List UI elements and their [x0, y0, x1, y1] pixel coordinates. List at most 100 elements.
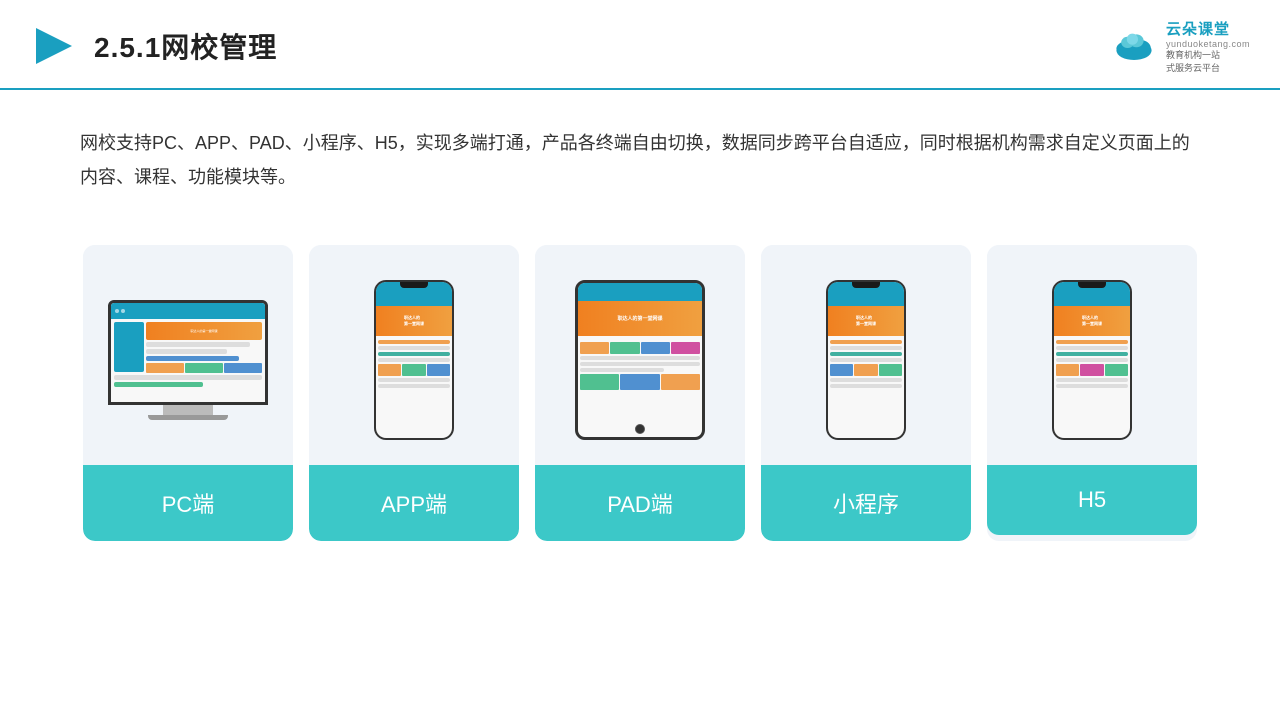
phone-banner-mini: 职达人的第一堂网课 — [828, 306, 904, 336]
tablet-content — [578, 338, 702, 392]
phone-banner-text-app: 职达人的第一堂网课 — [404, 315, 424, 327]
tablet-mockup: 职达人的第一堂网课 — [575, 280, 705, 440]
phone-row-3 — [378, 352, 450, 356]
phone-notch-h5 — [1078, 282, 1106, 288]
description-text: 网校支持PC、APP、PAD、小程序、H5，实现多端打通，产品各终端自由切换，数… — [0, 90, 1280, 214]
phone-content-app — [376, 338, 452, 392]
h5-row-2 — [1056, 346, 1128, 350]
phone-row-2 — [378, 346, 450, 350]
phone-row-5 — [378, 378, 450, 382]
h5-row-4 — [1056, 358, 1128, 362]
card-pad-image: 职达人的第一堂网课 — [535, 245, 745, 465]
tablet-cards-row2 — [580, 374, 700, 390]
tablet-row-1 — [580, 356, 700, 360]
pc-screen: 职达人的第一堂网课 — [111, 303, 265, 402]
mini-row-1 — [830, 340, 902, 344]
mini-row-3 — [830, 352, 902, 356]
logo-url-text: yunduoketang.com — [1166, 39, 1250, 49]
phone-mini-cards — [378, 364, 450, 376]
pc-screen-header — [111, 303, 265, 319]
h5-mc-1 — [1056, 364, 1079, 376]
pc-dot-2 — [121, 309, 125, 313]
phone-mockup-app: 职达人的第一堂网课 — [374, 280, 454, 440]
logo-slogan-text: 教育机构一站式服务云平台 — [1166, 49, 1220, 74]
phone-screen-app: 职达人的第一堂网课 — [376, 282, 452, 438]
card-pc-label: PC端 — [83, 465, 293, 541]
h5-row-5 — [1056, 378, 1128, 382]
mini-mc-1 — [830, 364, 853, 376]
tablet-card-5 — [580, 374, 619, 390]
pc-dot-1 — [115, 309, 119, 313]
header: 2.5.1网校管理 云朵课堂 yunduoketang.com 教育机构一站式服… — [0, 0, 1280, 90]
mini-row-4 — [830, 358, 902, 362]
tablet-card-7 — [661, 374, 700, 390]
phone-banner-app: 职达人的第一堂网课 — [376, 306, 452, 336]
tablet-banner-text: 职达人的第一堂网课 — [617, 315, 662, 322]
mini-row-6 — [830, 384, 902, 388]
tablet-cards-row — [580, 342, 700, 354]
phone-mockup-mini: 职达人的第一堂网课 — [826, 280, 906, 440]
phone-banner-text-h5: 职达人的第一堂网课 — [1082, 315, 1102, 327]
phone-row-4 — [378, 358, 450, 362]
card-app: 职达人的第一堂网课 — [309, 245, 519, 541]
card-miniprogram-image: 职达人的第一堂网课 — [761, 245, 971, 465]
card-miniprogram: 职达人的第一堂网课 — [761, 245, 971, 541]
tablet-card-3 — [641, 342, 670, 354]
cloud-logo-icon — [1110, 28, 1158, 64]
tablet-row-2 — [580, 362, 700, 366]
logo-main-text: 云朵课堂 — [1166, 18, 1230, 39]
card-pc: 职达人的第一堂网课 — [83, 245, 293, 541]
tablet-banner: 职达人的第一堂网课 — [578, 301, 702, 336]
logo-text-area: 云朵课堂 yunduoketang.com 教育机构一站式服务云平台 — [1166, 18, 1250, 74]
card-pc-image: 职达人的第一堂网课 — [83, 245, 293, 465]
pc-stand — [163, 405, 213, 415]
card-app-label: APP端 — [309, 465, 519, 541]
pc-mockup: 职达人的第一堂网课 — [108, 300, 268, 420]
card-pad-label: PAD端 — [535, 465, 745, 541]
mini-row-5 — [830, 378, 902, 382]
card-miniprogram-label: 小程序 — [761, 465, 971, 541]
tablet-row-3 — [580, 368, 664, 372]
phone-notch-mini — [852, 282, 880, 288]
tablet-screen: 职达人的第一堂网课 — [578, 283, 702, 437]
phone-content-h5 — [1054, 338, 1130, 392]
tablet-home-button — [635, 424, 645, 434]
card-h5: 职达人的第一堂网课 — [987, 245, 1197, 541]
phone-row-6 — [378, 384, 450, 388]
tablet-card-6 — [620, 374, 659, 390]
h5-row-6 — [1056, 384, 1128, 388]
phone-content-mini — [828, 338, 904, 392]
h5-mc-2 — [1080, 364, 1103, 376]
card-pad: 职达人的第一堂网课 — [535, 245, 745, 541]
mini-mini-cards — [830, 364, 902, 376]
pc-screen-body: 职达人的第一堂网课 — [111, 319, 265, 402]
tablet-card-1 — [580, 342, 609, 354]
card-h5-image: 职达人的第一堂网课 — [987, 245, 1197, 465]
page-title: 2.5.1网校管理 — [94, 26, 277, 66]
mini-card-3 — [427, 364, 450, 376]
cards-container: 职达人的第一堂网课 — [0, 215, 1280, 541]
mini-row-2 — [830, 346, 902, 350]
mini-card-1 — [378, 364, 401, 376]
h5-mini-cards — [1056, 364, 1128, 376]
h5-mc-3 — [1105, 364, 1128, 376]
h5-row-3 — [1056, 352, 1128, 356]
mini-mc-3 — [879, 364, 902, 376]
tablet-card-4 — [671, 342, 700, 354]
header-left: 2.5.1网校管理 — [30, 22, 277, 70]
logo-area: 云朵课堂 yunduoketang.com 教育机构一站式服务云平台 — [1110, 18, 1250, 74]
play-icon — [30, 22, 78, 70]
phone-notch-app — [400, 282, 428, 288]
mini-card-2 — [402, 364, 425, 376]
mini-mc-2 — [854, 364, 877, 376]
card-h5-label: H5 — [987, 465, 1197, 535]
phone-banner-text-mini: 职达人的第一堂网课 — [856, 315, 876, 327]
phone-screen-h5: 职达人的第一堂网课 — [1054, 282, 1130, 438]
phone-mockup-h5: 职达人的第一堂网课 — [1052, 280, 1132, 440]
card-app-image: 职达人的第一堂网课 — [309, 245, 519, 465]
phone-screen-mini: 职达人的第一堂网课 — [828, 282, 904, 438]
phone-row-1 — [378, 340, 450, 344]
tablet-card-2 — [610, 342, 639, 354]
h5-row-1 — [1056, 340, 1128, 344]
tablet-header — [578, 283, 702, 301]
